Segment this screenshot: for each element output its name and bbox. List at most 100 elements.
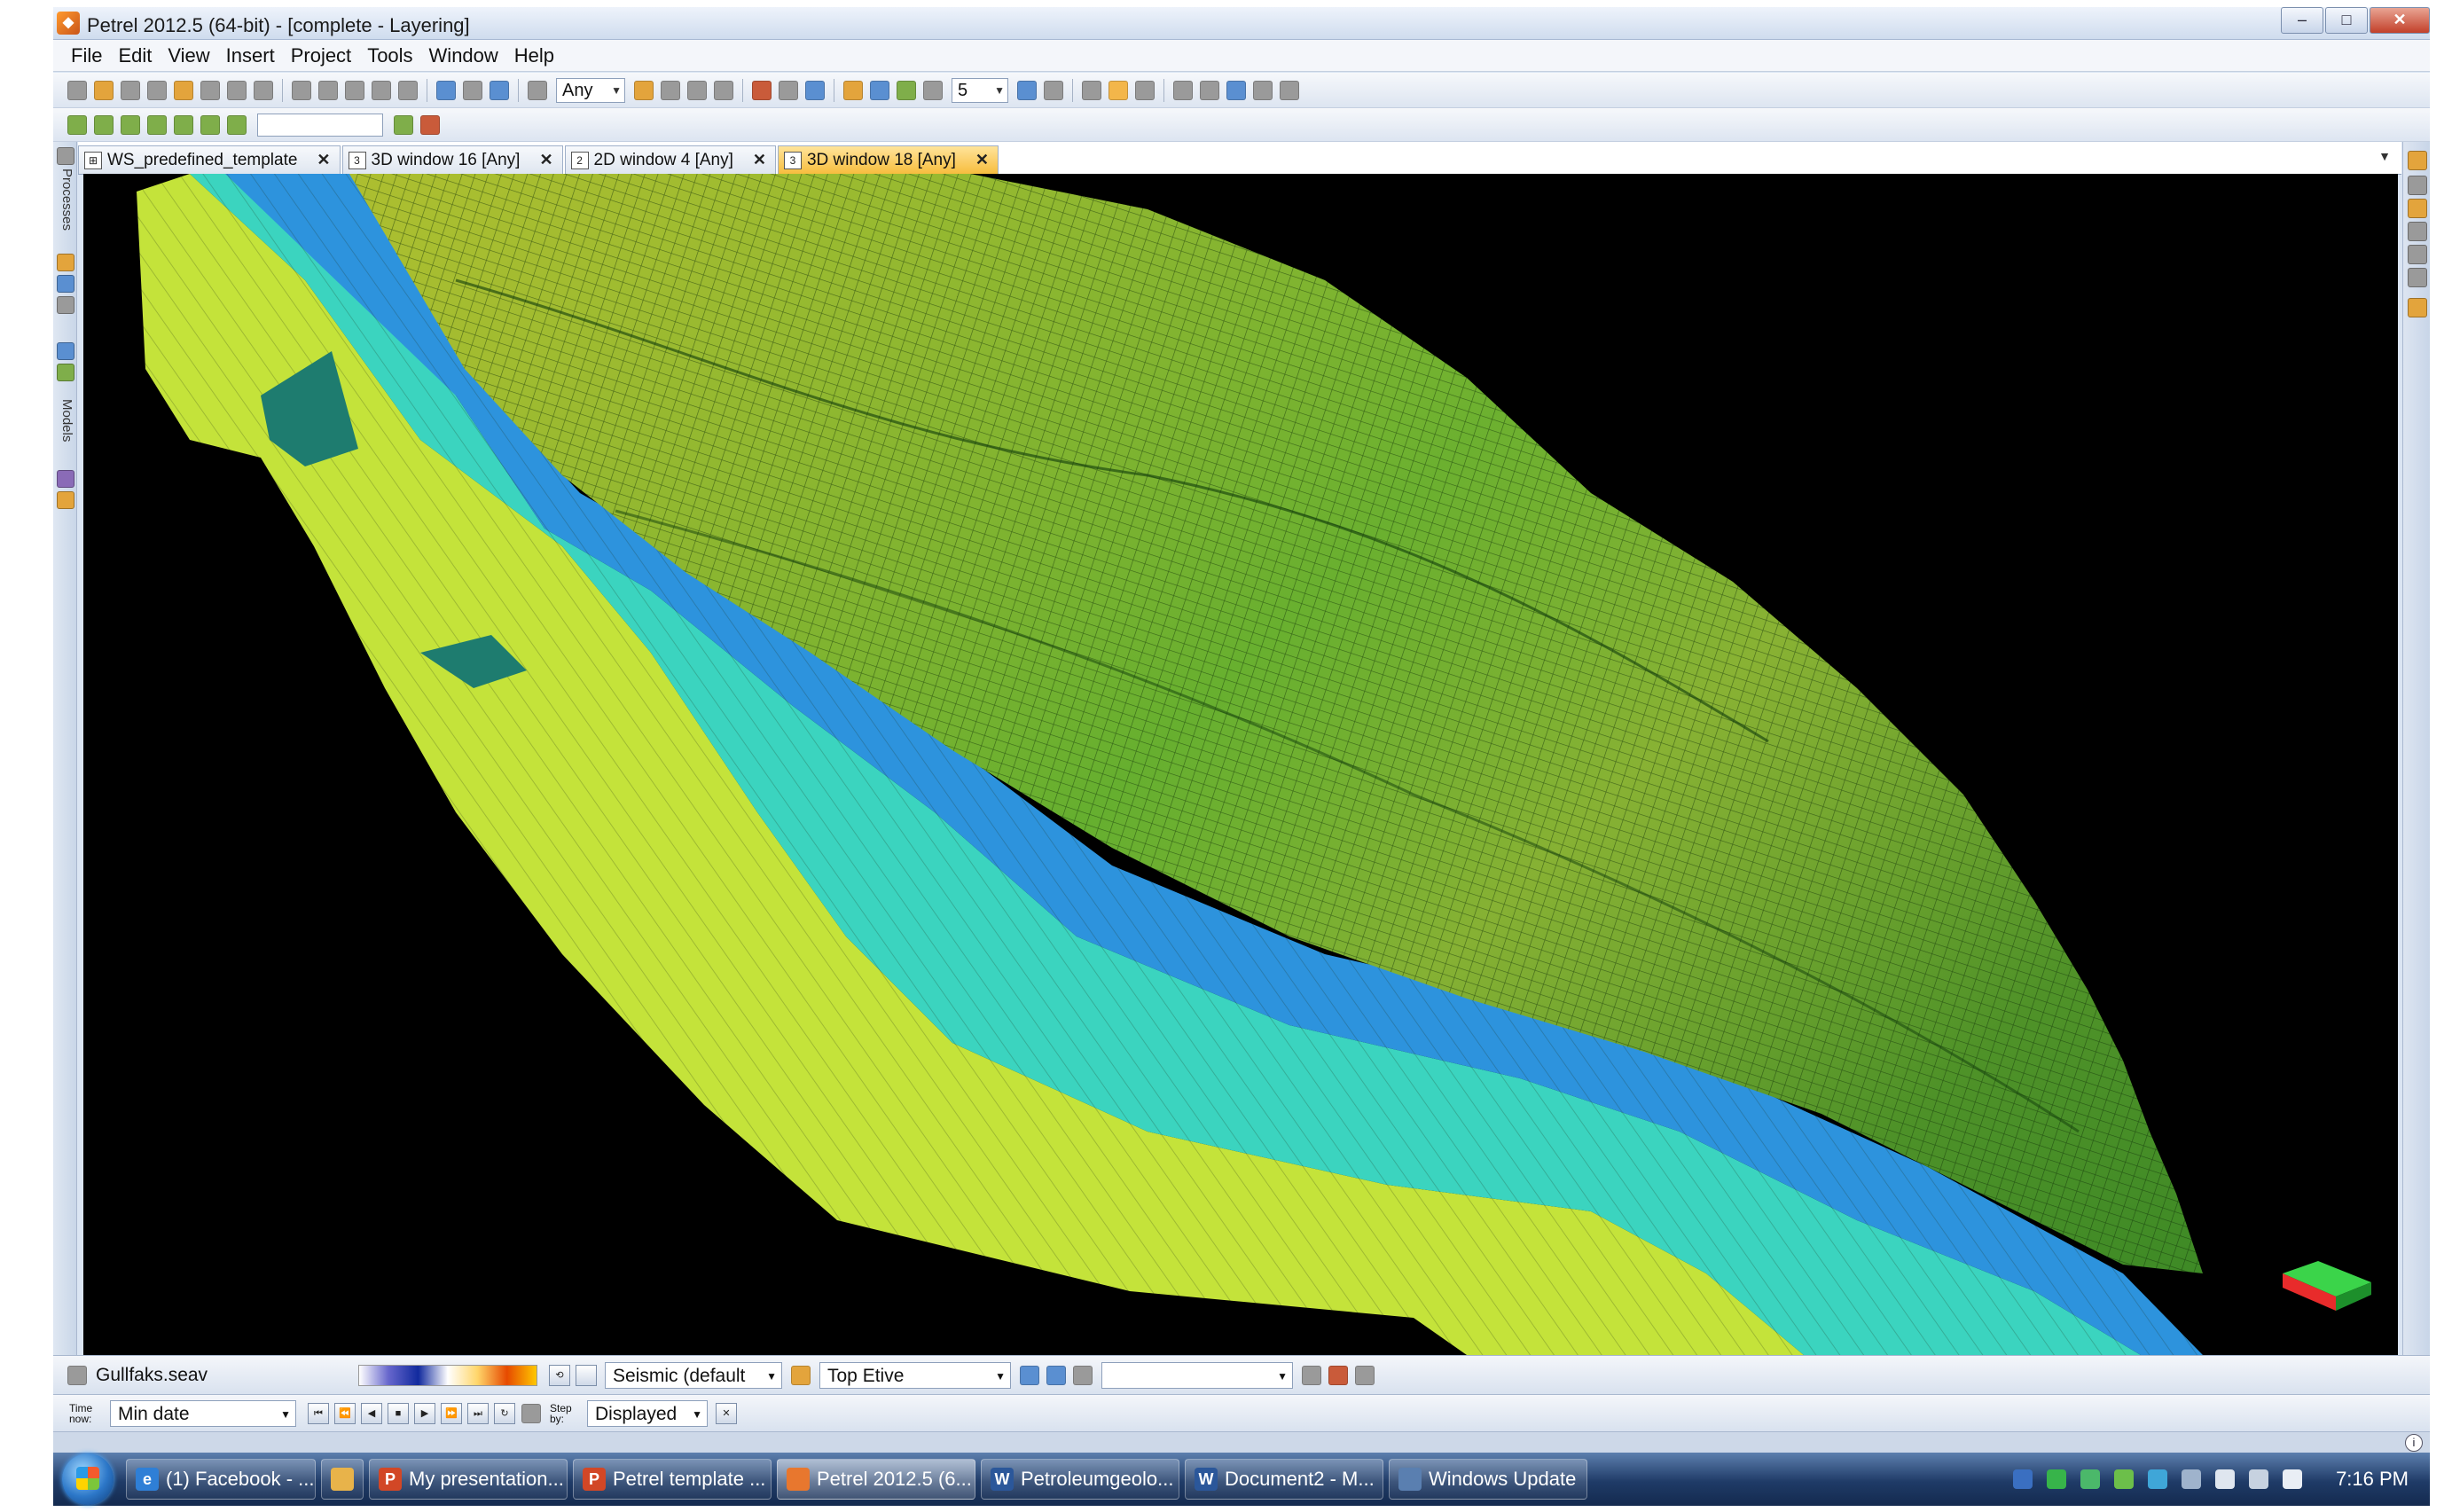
stats-icon[interactable] — [1046, 1365, 1066, 1385]
app-tray-icon[interactable] — [2114, 1469, 2135, 1489]
home-view-icon[interactable] — [752, 80, 772, 100]
select-arrow-icon[interactable] — [2408, 222, 2427, 241]
measure-tool-icon[interactable] — [2408, 245, 2427, 264]
display-select[interactable]: Displayed ▼ — [587, 1399, 708, 1427]
copy-icon[interactable] — [318, 80, 338, 100]
options-icon[interactable] — [254, 80, 273, 100]
previous-frame-icon[interactable]: ⏪ — [334, 1402, 356, 1424]
start-button[interactable] — [62, 1453, 114, 1505]
globe-view-icon[interactable] — [805, 80, 825, 100]
grid-icon[interactable] — [200, 114, 220, 135]
ruler-icon[interactable] — [1082, 80, 1101, 100]
go-icon[interactable] — [394, 114, 413, 135]
window-icon[interactable] — [436, 80, 456, 100]
play-icon[interactable]: ▶ — [414, 1402, 435, 1424]
network-icon[interactable] — [2182, 1469, 2202, 1489]
slice-tool-icon[interactable] — [2408, 268, 2427, 287]
3d-viewport[interactable] — [83, 174, 2398, 1355]
menu-edit[interactable]: Edit — [118, 44, 152, 67]
sphere-icon[interactable] — [1173, 80, 1193, 100]
menu-file[interactable]: File — [71, 44, 102, 67]
link-icon[interactable] — [1073, 1365, 1093, 1385]
menu-help[interactable]: Help — [514, 44, 554, 67]
workflow-icon[interactable] — [94, 114, 114, 135]
pan-icon[interactable] — [1253, 80, 1273, 100]
close-icon[interactable]: ✕ — [975, 151, 989, 169]
stop-playback-icon[interactable]: ■ — [388, 1402, 409, 1424]
menu-view[interactable]: View — [168, 44, 209, 67]
taskbar-item-windows-update[interactable]: Windows Update — [1389, 1459, 1587, 1500]
model-tool-icon[interactable] — [57, 342, 74, 360]
bluetooth-icon[interactable] — [2013, 1469, 2033, 1489]
close-icon[interactable]: ✕ — [539, 151, 552, 169]
save-as-icon[interactable] — [200, 80, 220, 100]
close-icon[interactable]: ✕ — [317, 151, 330, 169]
next-frame-icon[interactable]: ⏩ — [441, 1402, 462, 1424]
color-table-bar[interactable] — [358, 1364, 537, 1386]
attribute-select[interactable]: ▼ — [1101, 1361, 1293, 1389]
folder-icon[interactable] — [463, 80, 482, 100]
maximize-button[interactable]: □ — [2325, 7, 2368, 34]
pick-icon[interactable] — [687, 80, 707, 100]
volume-icon[interactable] — [2283, 1469, 2303, 1489]
tab-3d-window-16[interactable]: 3 3D window 16 [Any] ✕ — [341, 145, 563, 174]
chart-tool-icon[interactable] — [57, 275, 74, 293]
grid-tool-icon[interactable] — [57, 470, 74, 488]
pin-icon[interactable] — [57, 147, 74, 165]
close-panel-icon[interactable]: ✕ — [716, 1402, 737, 1424]
apply-icon[interactable] — [1302, 1365, 1321, 1385]
copy-view-icon[interactable] — [714, 80, 733, 100]
taskbar-item-petroleumgeolo[interactable]: W Petroleumgeolo... — [981, 1459, 1179, 1500]
surface-select[interactable]: Top Etive ▼ — [819, 1361, 1011, 1389]
calculator-icon[interactable] — [174, 114, 193, 135]
magnet-icon[interactable] — [779, 80, 798, 100]
menu-tools[interactable]: Tools — [367, 44, 412, 67]
tab-2d-window-4[interactable]: 2 2D window 4 [Any] ✕ — [564, 145, 776, 174]
process-icon[interactable] — [67, 114, 87, 135]
tab-3d-window-18[interactable]: 3 3D window 18 [Any] ✕ — [777, 145, 999, 174]
print-preview-icon[interactable] — [147, 80, 167, 100]
first-frame-icon[interactable]: ⏮ — [308, 1402, 329, 1424]
delete-icon[interactable] — [372, 80, 391, 100]
new-project-icon[interactable] — [67, 80, 87, 100]
tab-list-chevron-icon[interactable]: ▼ — [2378, 149, 2391, 163]
loop-icon[interactable]: ↻ — [494, 1402, 515, 1424]
palette-icon[interactable] — [1017, 80, 1037, 100]
time-select[interactable]: Min date ▼ — [110, 1399, 296, 1427]
remove-icon[interactable] — [1328, 1365, 1348, 1385]
list-tool-icon[interactable] — [57, 296, 74, 314]
processes-tab[interactable]: Processes — [55, 168, 74, 231]
battery-icon[interactable] — [2215, 1469, 2236, 1489]
last-frame-icon[interactable]: ⏭ — [467, 1402, 489, 1424]
compass-icon[interactable] — [843, 80, 863, 100]
move-icon[interactable] — [1226, 80, 1246, 100]
find-icon[interactable] — [398, 80, 418, 100]
pointer-icon[interactable] — [1108, 80, 1128, 100]
edit-icon[interactable] — [661, 80, 680, 100]
stop-icon[interactable] — [420, 114, 440, 135]
light-icon[interactable] — [897, 80, 916, 100]
money-icon[interactable] — [2047, 1469, 2067, 1489]
hand-icon[interactable] — [2408, 151, 2427, 170]
page-icon[interactable] — [576, 1364, 597, 1386]
menu-insert[interactable]: Insert — [226, 44, 275, 67]
sync-icon[interactable] — [2080, 1469, 2101, 1489]
step-back-icon[interactable]: ◀ — [361, 1402, 382, 1424]
taskbar-clock[interactable]: 7:16 PM — [2336, 1468, 2409, 1491]
taskbar-item-facebook[interactable]: e (1) Facebook - ... — [126, 1459, 316, 1500]
more-icon[interactable] — [1355, 1365, 1375, 1385]
rotate-icon[interactable] — [870, 80, 889, 100]
arrow-tool-icon[interactable] — [57, 364, 74, 381]
taskbar-item-my-presentation[interactable]: P My presentation... — [369, 1459, 568, 1500]
layers-icon[interactable] — [227, 114, 247, 135]
zoom-tool-icon[interactable] — [2408, 176, 2427, 195]
tab-ws-predefined-template[interactable]: ⊞ WS_predefined_template ✕ — [78, 145, 341, 174]
menu-project[interactable]: Project — [291, 44, 351, 67]
save-icon[interactable] — [174, 80, 193, 100]
open-project-icon[interactable] — [94, 80, 114, 100]
petrel-app-icon[interactable]: ◆ — [57, 12, 80, 35]
taskbar-item-petrel[interactable]: Petrel 2012.5 (6... — [777, 1459, 975, 1500]
models-tab[interactable]: Models — [55, 399, 74, 442]
minimize-button[interactable]: – — [2281, 7, 2323, 34]
process-tool-icon[interactable] — [57, 254, 74, 271]
